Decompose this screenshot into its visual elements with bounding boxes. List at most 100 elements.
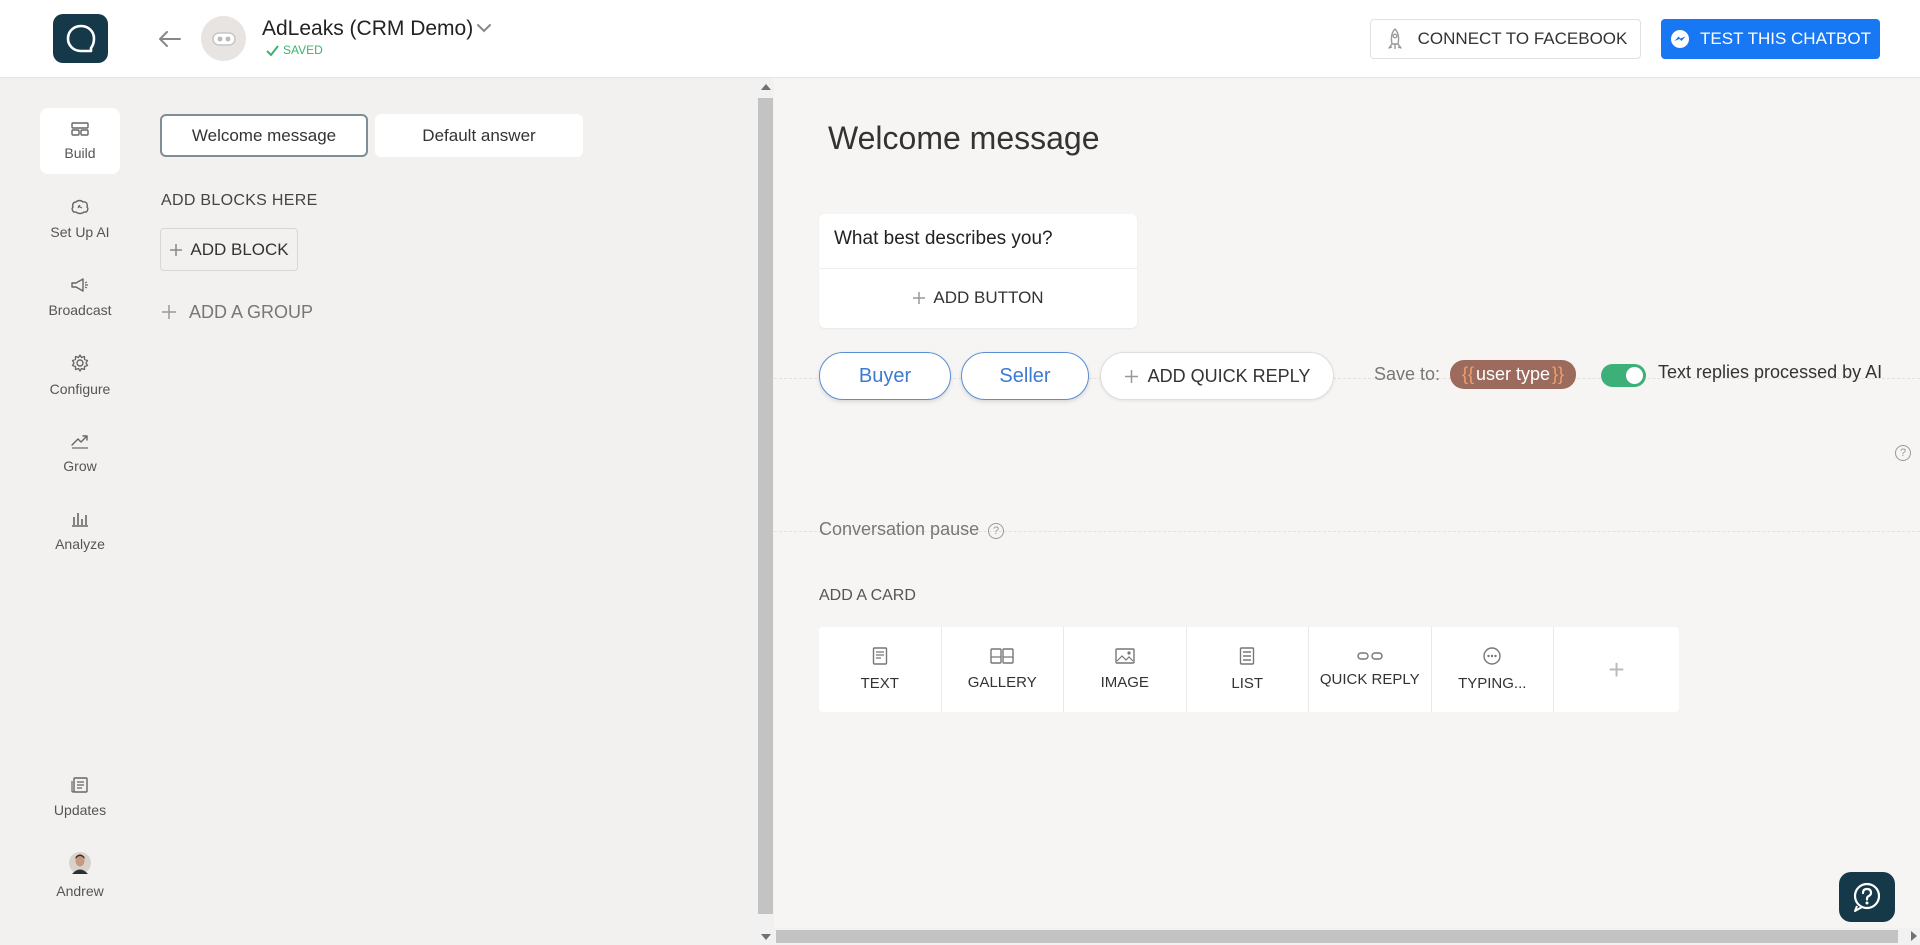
bar-chart-icon <box>72 512 88 527</box>
help-icon[interactable]: ? <box>1895 445 1911 461</box>
card-option-image[interactable]: IMAGE <box>1064 627 1187 712</box>
add-button-button[interactable]: ADD BUTTON <box>819 268 1137 328</box>
card-option-label: LIST <box>1231 675 1264 692</box>
updates-icon <box>71 776 88 793</box>
card-option-label: QUICK REPLY <box>1319 671 1420 688</box>
scroll-up-arrow[interactable] <box>761 84 771 90</box>
app-logo[interactable] <box>53 14 108 63</box>
top-bar: AdLeaks (CRM Demo) SAVED CONNECT TO FACE… <box>0 0 1920 78</box>
card-option-gallery[interactable]: GALLERY <box>942 627 1064 712</box>
ai-brain-icon <box>71 199 89 214</box>
sidebar-item-label: Andrew <box>56 882 104 899</box>
user-attribute-pill[interactable]: {{ user type }} <box>1450 360 1576 389</box>
tab-default-answer[interactable]: Default answer <box>375 114 583 157</box>
tab-welcome-message[interactable]: Welcome message <box>160 114 368 157</box>
sidebar-item-broadcast[interactable]: Broadcast <box>40 264 120 330</box>
ai-processing-toggle[interactable] <box>1601 364 1646 387</box>
block-editor: Welcome message What best describes you?… <box>774 78 1920 928</box>
attribute-name: user type <box>1475 364 1551 384</box>
quick-reply-label: Buyer <box>858 364 912 387</box>
quick-reply-seller[interactable]: Seller <box>961 352 1089 400</box>
scroll-down-arrow[interactable] <box>761 934 771 940</box>
text-card-icon <box>872 647 887 665</box>
typing-icon <box>1483 647 1501 665</box>
sidebar-item-analyze[interactable]: Analyze <box>40 498 120 564</box>
sidebar-item-label: Grow <box>63 457 97 474</box>
plus-icon <box>1124 369 1138 383</box>
add-quick-reply-button[interactable]: ADD QUICK REPLY <box>1100 352 1334 400</box>
card-option-quick-reply[interactable]: QUICK REPLY <box>1309 627 1432 712</box>
card-option-typing[interactable]: TYPING... <box>1432 627 1554 712</box>
sidebar-item-grow[interactable]: Grow <box>40 420 120 486</box>
plus-icon <box>913 292 926 304</box>
image-icon <box>1115 648 1135 664</box>
chat-logo-icon <box>66 24 95 52</box>
test-chatbot-button[interactable]: TEST THIS CHATBOT <box>1661 19 1880 59</box>
vertical-scrollbar[interactable] <box>757 78 774 945</box>
card-option-text[interactable]: TEXT <box>819 627 942 712</box>
block-title[interactable]: Welcome message <box>828 120 1100 157</box>
help-glyph: ? <box>1899 447 1907 459</box>
scrollbar-thumb[interactable] <box>776 930 1898 943</box>
conversation-pause-label[interactable]: Conversation pause <box>819 519 979 540</box>
plus-icon: + <box>1608 653 1625 685</box>
user-avatar <box>69 851 91 874</box>
messenger-icon <box>1671 30 1690 48</box>
sidebar-item-updates[interactable]: Updates <box>40 764 120 830</box>
sidebar-item-label: Set Up AI <box>50 223 110 240</box>
list-icon <box>1240 647 1255 665</box>
back-button[interactable] <box>155 24 185 54</box>
saved-label: SAVED <box>283 43 323 57</box>
help-chat-button[interactable] <box>1839 872 1895 922</box>
add-card-heading: ADD A CARD <box>819 587 916 604</box>
sidebar-item-configure[interactable]: Configure <box>40 342 120 408</box>
ai-processing-label: Text replies processed by AI <box>1658 362 1883 382</box>
bot-avatar <box>201 16 246 61</box>
plus-icon <box>170 243 183 256</box>
tab-label: Welcome message <box>191 125 337 145</box>
arrow-left-icon <box>159 31 181 47</box>
connect-facebook-button[interactable]: CONNECT TO FACEBOOK <box>1370 19 1641 59</box>
card-option-label: IMAGE <box>1100 674 1149 691</box>
message-text[interactable]: What best describes you? <box>834 228 1053 250</box>
check-icon <box>266 44 279 56</box>
sidebar-item-build[interactable]: Build <box>40 108 120 174</box>
card-option-label: TEXT <box>860 675 899 692</box>
scroll-right-arrow[interactable] <box>1911 931 1917 941</box>
card-option-label: TYPING... <box>1458 675 1527 692</box>
tab-label: Default answer <box>422 125 536 145</box>
blocks-panel: Welcome message Default answer ADD BLOCK… <box>160 78 757 945</box>
test-chatbot-label: TEST THIS CHATBOT <box>1700 29 1871 48</box>
toggle-knob <box>1626 367 1643 384</box>
bot-name[interactable]: AdLeaks (CRM Demo) <box>262 17 473 41</box>
connect-facebook-label: CONNECT TO FACEBOOK <box>1417 29 1628 48</box>
sidebar-item-set-up-ai[interactable]: Set Up AI <box>40 186 120 252</box>
chevron-down-icon[interactable] <box>476 21 492 39</box>
card-option-more[interactable]: + <box>1554 627 1679 712</box>
saved-status: SAVED <box>266 43 323 57</box>
quick-reply-buyer[interactable]: Buyer <box>819 352 951 400</box>
text-message-card: What best describes you? ADD BUTTON <box>819 214 1137 328</box>
card-type-picker: TEXT GALLERY IMAGE LIST QUICK REPLY TYPI… <box>819 627 1679 712</box>
card-option-label: GALLERY <box>967 674 1037 691</box>
question-bubble-icon <box>1853 882 1881 912</box>
card-option-list[interactable]: LIST <box>1187 627 1309 712</box>
help-icon[interactable]: ? <box>988 523 1004 539</box>
gear-icon <box>71 353 89 372</box>
sidebar-item-label: Updates <box>53 801 107 818</box>
gallery-icon <box>990 648 1014 664</box>
horizontal-scrollbar[interactable] <box>774 928 1920 945</box>
add-quick-reply-label: ADD QUICK REPLY <box>1147 365 1311 386</box>
plus-icon <box>162 305 176 319</box>
sidebar-item-label: Configure <box>49 380 111 397</box>
build-icon <box>71 121 89 136</box>
add-block-button[interactable]: ADD BLOCK <box>160 228 298 271</box>
add-group-button[interactable]: ADD A GROUP <box>161 299 313 325</box>
add-block-label: ADD BLOCK <box>190 239 289 259</box>
main-sidebar: Build Set Up AI Broadcast Configure Grow <box>0 78 160 945</box>
robot-icon <box>211 31 236 46</box>
help-glyph: ? <box>992 525 1000 537</box>
sidebar-item-profile[interactable]: Andrew <box>40 842 120 908</box>
quick-reply-icon <box>1357 652 1383 660</box>
scrollbar-thumb[interactable] <box>758 98 773 914</box>
